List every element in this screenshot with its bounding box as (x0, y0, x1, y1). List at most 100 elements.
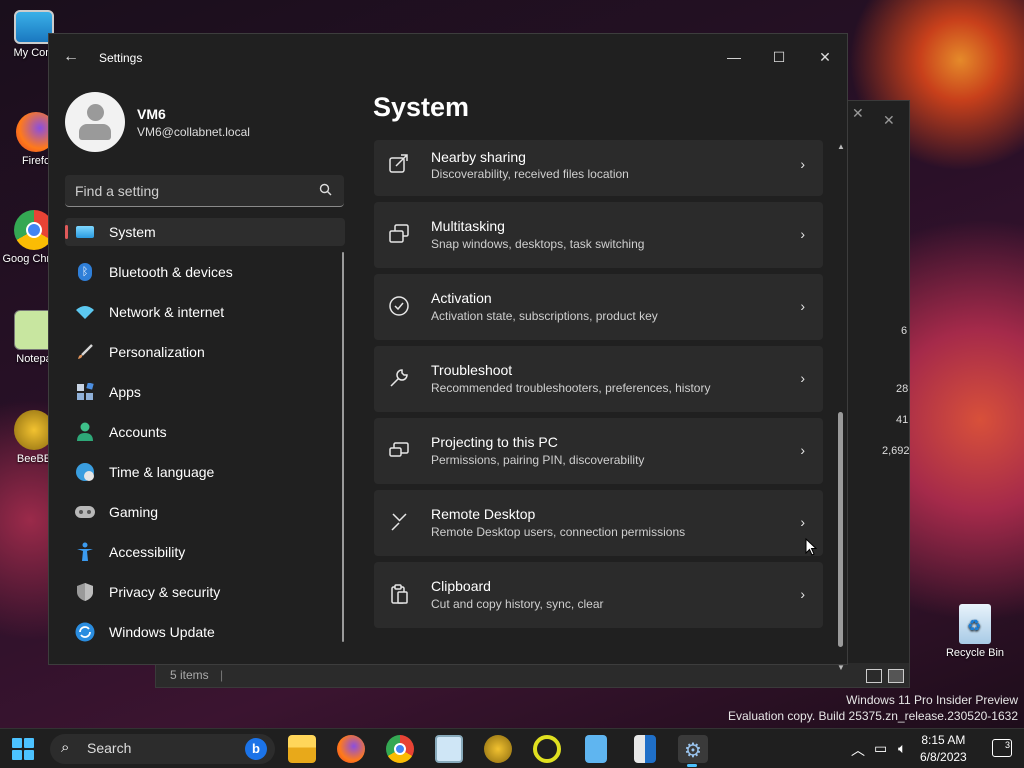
system-icon (75, 222, 95, 242)
chevron-right-icon: › (800, 514, 805, 530)
sidebar-item-network[interactable]: Network & internet (65, 292, 345, 332)
book-icon[interactable] (634, 735, 656, 763)
sidebar-scrollbar[interactable] (342, 252, 344, 642)
notification-icon[interactable]: 3 (992, 739, 1012, 757)
chrome-icon[interactable] (386, 735, 414, 763)
background-number: 6 (901, 325, 908, 337)
volume-icon[interactable]: 🔈︎ (898, 740, 906, 757)
accounts-icon (75, 422, 95, 442)
ring-icon[interactable] (533, 735, 561, 763)
notification-count: 3 (1004, 740, 1010, 750)
card-title: Activation (431, 290, 492, 306)
card-title: Multitasking (431, 218, 505, 234)
scroll-down-icon[interactable]: ▼ (837, 663, 845, 672)
notepad-icon[interactable] (585, 735, 607, 763)
list-view-icon[interactable] (866, 669, 882, 683)
settings-window: ← Settings — ☐ ✕ VM6 VM6@collabnet.local… (48, 33, 848, 672)
search-icon (319, 183, 332, 199)
search-input[interactable]: Find a setting (65, 175, 344, 207)
detail-view-icon[interactable] (888, 669, 904, 683)
bee-icon[interactable] (484, 735, 512, 763)
items-count-text: 5 items (170, 668, 209, 682)
chevron-right-icon: › (800, 298, 805, 314)
clipboard-icon (388, 583, 412, 607)
scrollbar-thumb[interactable] (838, 412, 843, 647)
globe-icon (75, 462, 95, 482)
card-activation[interactable]: Activation Activation state, subscriptio… (374, 274, 823, 340)
brush-icon (75, 342, 95, 362)
background-number: 41 (896, 414, 909, 426)
card-subtitle: Discoverability, received files location (431, 167, 629, 181)
content-scrollbar[interactable]: ▲ ▼ (837, 142, 845, 672)
sidebar-item-label: Privacy & security (109, 584, 221, 600)
sidebar-item-windows-update[interactable]: Windows Update (65, 612, 345, 652)
user-profile[interactable]: VM6 VM6@collabnet.local (65, 92, 250, 152)
card-subtitle: Permissions, pairing PIN, discoverabilit… (431, 453, 645, 467)
user-email: VM6@collabnet.local (137, 124, 250, 139)
sidebar-nav: System ᛒ Bluetooth & devices Network & i… (65, 218, 345, 652)
back-arrow-icon[interactable]: ← (63, 48, 85, 66)
card-subtitle: Cut and copy history, sync, clear (431, 597, 604, 611)
file-explorer-icon[interactable] (288, 735, 316, 763)
clock[interactable]: 8:15 AM 6/8/2023 (920, 732, 967, 766)
sidebar-item-label: Bluetooth & devices (109, 264, 233, 280)
network-icon[interactable]: ▭ (874, 740, 887, 757)
sidebar-item-label: System (109, 224, 156, 240)
card-nearby-sharing[interactable]: Nearby sharing Discoverability, received… (374, 140, 823, 196)
wrench-icon (388, 367, 412, 391)
maximize-button[interactable]: ☐ (756, 42, 802, 72)
sidebar-item-label: Windows Update (109, 624, 215, 640)
card-title: Projecting to this PC (431, 434, 558, 450)
sidebar-item-accounts[interactable]: Accounts (65, 412, 345, 452)
apps-icon (75, 382, 95, 402)
card-projecting[interactable]: Projecting to this PC Permissions, pairi… (374, 418, 823, 484)
projecting-icon (388, 439, 412, 463)
multitasking-icon (388, 223, 412, 247)
minimize-button[interactable]: — (711, 42, 757, 72)
remote-desktop-icon (388, 511, 412, 535)
card-remote-desktop[interactable]: Remote Desktop Remote Desktop users, con… (374, 490, 823, 556)
bing-icon[interactable]: b (245, 738, 267, 760)
card-title: Troubleshoot (431, 362, 513, 378)
sidebar-item-time-language[interactable]: Time & language (65, 452, 345, 492)
sidebar-item-system[interactable]: System (65, 218, 345, 246)
firefox-icon[interactable] (337, 735, 365, 763)
scroll-up-icon[interactable]: ▲ (837, 142, 845, 151)
card-subtitle: Snap windows, desktops, task switching (431, 237, 645, 251)
taskbar-search[interactable]: ⌕ Search b (50, 734, 275, 764)
watermark-line: Evaluation copy. Build 25375.zn_release.… (728, 709, 1018, 723)
sidebar-item-apps[interactable]: Apps (65, 372, 345, 412)
card-clipboard[interactable]: Clipboard Cut and copy history, sync, cl… (374, 562, 823, 628)
sidebar-item-accessibility[interactable]: Accessibility (65, 532, 345, 572)
watermark-line: Windows 11 Pro Insider Preview (846, 693, 1018, 707)
app-title: Settings (99, 51, 143, 65)
close-icon[interactable]: ✕ (883, 113, 895, 129)
settings-gear-icon[interactable]: ⚙ (678, 735, 708, 767)
sidebar-item-bluetooth[interactable]: ᛒ Bluetooth & devices (65, 252, 345, 292)
card-multitasking[interactable]: Multitasking Snap windows, desktops, tas… (374, 202, 823, 268)
card-subtitle: Activation state, subscriptions, product… (431, 309, 658, 323)
sidebar-item-label: Accounts (109, 424, 167, 440)
sidebar-item-label: Personalization (109, 344, 205, 360)
start-button[interactable] (12, 738, 34, 760)
card-troubleshoot[interactable]: Troubleshoot Recommended troubleshooters… (374, 346, 823, 412)
settings-card-list: Nearby sharing Discoverability, received… (374, 140, 823, 660)
chevron-right-icon: › (800, 442, 805, 458)
close-button[interactable]: ✕ (802, 42, 848, 72)
chevron-up-icon[interactable]: ︿ (851, 740, 865, 760)
close-icon[interactable]: ✕ (852, 106, 864, 122)
sidebar-item-privacy[interactable]: Privacy & security (65, 572, 345, 612)
recycle-bin-icon: ♻ (959, 604, 991, 644)
shield-icon (75, 582, 95, 602)
title-bar: ← Settings — ☐ ✕ (49, 34, 847, 82)
gamepad-icon (75, 502, 95, 522)
card-title: Remote Desktop (431, 506, 536, 522)
desktop-icon-label: Notepa (16, 353, 52, 365)
sidebar-item-personalization[interactable]: Personalization (65, 332, 345, 372)
taskbar-search-label: Search (87, 740, 132, 756)
sidebar-item-gaming[interactable]: Gaming (65, 492, 345, 532)
monitor-icon[interactable] (435, 735, 463, 763)
desktop-icon-label: Firefo (21, 155, 51, 167)
accessibility-icon (75, 542, 95, 562)
desktop-icon-recycle-bin[interactable]: ♻ Recycle Bin (942, 604, 1008, 659)
